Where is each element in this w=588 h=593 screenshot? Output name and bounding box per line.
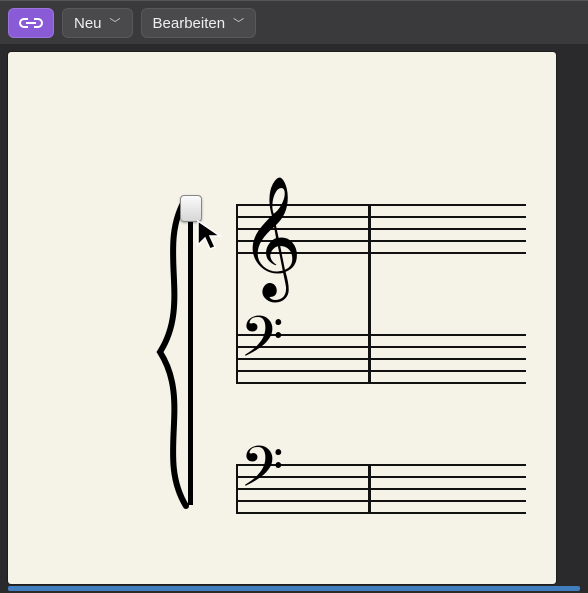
barline: [368, 204, 371, 384]
system-barline: [236, 204, 238, 384]
bracket-drag-handle[interactable]: [180, 195, 202, 222]
score-editor-window: Neu ﹀ Bearbeiten ﹀: [0, 0, 588, 593]
edit-menu-button[interactable]: Bearbeiten ﹀: [141, 8, 257, 38]
treble-clef-icon: 𝄞: [240, 184, 302, 289]
toolbar: Neu ﹀ Bearbeiten ﹀: [0, 0, 588, 46]
bass-clef-icon: 𝄢: [240, 440, 284, 508]
chevron-down-icon: ﹀: [233, 15, 244, 31]
new-menu-button[interactable]: Neu ﹀: [62, 8, 133, 38]
chevron-down-icon: ﹀: [110, 15, 121, 31]
barline: [368, 464, 371, 514]
score-page[interactable]: 𝄞 𝄢 𝄢: [8, 52, 556, 584]
staff-line: [236, 512, 526, 514]
chain-link-icon: [18, 15, 44, 31]
staff-bracket-line: [188, 200, 193, 505]
link-toggle-button[interactable]: [8, 8, 54, 38]
system-barline: [236, 464, 238, 514]
new-menu-label: Neu: [74, 15, 102, 32]
staff-line: [236, 382, 526, 384]
edit-menu-label: Bearbeiten: [153, 15, 226, 32]
bass-clef-icon: 𝄢: [240, 310, 284, 378]
canvas-area: 𝄞 𝄢 𝄢: [0, 44, 588, 593]
playhead-region-bar[interactable]: [8, 586, 580, 591]
